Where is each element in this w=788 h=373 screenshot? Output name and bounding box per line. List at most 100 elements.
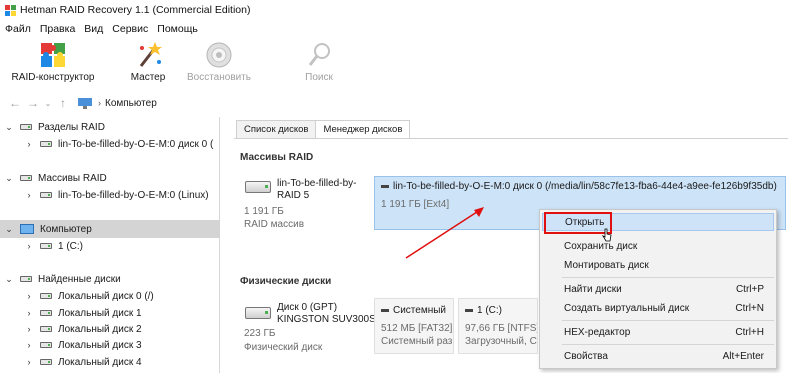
tab-disk-manager[interactable]: Менеджер дисков [315,120,411,139]
partition-icon [381,185,389,188]
raid-array-size: 1 191 ГБ [244,206,284,217]
breadcrumb-computer[interactable]: Компьютер [105,98,157,109]
tree-item-local-disk[interactable]: › Локальный диск 2 [0,321,220,337]
drive-icon [40,359,52,365]
search-button[interactable]: Поиск [300,38,338,88]
tree-label: Компьютер [40,223,92,235]
chevron-right-icon[interactable]: › [24,241,34,251]
menu-item-save-disk[interactable]: Сохранить диск [542,237,774,255]
chevron-right-icon[interactable]: › [24,324,34,334]
drive-icon [40,342,52,348]
partition-icon [465,309,473,312]
chevron-down-icon[interactable]: ⌄ [4,274,14,285]
restore-button[interactable]: Восстановить [183,38,255,88]
menu-item-hex-editor[interactable]: HEX-редактор Ctrl+H [542,323,774,341]
system-partition-tile[interactable]: Системный 512 МБ [FAT32] Системный раз [374,298,454,354]
physical-disk-name[interactable]: Диск 0 (GPT) [277,302,337,313]
menu-separator [562,277,774,278]
partition-info: 512 МБ [FAT32] [381,323,453,334]
tree-item-local-disk[interactable]: › Локальный диск 1 [0,305,220,321]
partition-info: 97,66 ГБ [NTFS] [465,323,538,334]
chevron-right-icon[interactable]: › [24,291,34,301]
chevron-down-icon[interactable]: ⌄ [42,99,54,108]
menu-file[interactable]: Файл [0,23,35,35]
menu-edit[interactable]: Правка [35,23,79,35]
raid-disk-icon [245,181,271,193]
tree-item-computer[interactable]: ⌄ Компьютер [0,220,220,238]
tree-label: Найденные диски [38,273,121,285]
ribbon-toolbar: RAID-конструктор Мастер Восстановить Пои… [0,38,788,88]
drive-icon [40,192,52,198]
menu-bar: Файл Правка Вид Сервис Помощь [0,20,202,38]
menu-view[interactable]: Вид [79,23,107,35]
drive-icon [20,276,32,282]
tree-item-raid-partition-child[interactable]: › lin-To-be-filled-by-O-E-M:0 диск 0 ( [0,136,220,152]
physical-disk-size: 223 ГБ [244,328,276,339]
raid-partition-name: lin-To-be-filled-by-O-E-M:0 диск 0 (/med… [393,181,777,192]
menu-item-find-disks[interactable]: Найти диски Ctrl+P [542,280,774,298]
back-arrow-icon[interactable]: ← [6,96,24,110]
menu-help[interactable]: Помощь [152,23,202,35]
tree-label: Разделы RAID [38,121,105,133]
partition-desc: Системный раз [381,336,453,347]
chevron-down-icon[interactable]: ⌄ [4,173,14,184]
tree-item-local-disk[interactable]: › Локальный диск 3 [0,337,220,353]
up-arrow-icon[interactable]: ↑ [54,96,72,110]
tree-item-local-disk[interactable]: › Локальный диск 0 (/) [0,288,220,304]
menu-item-create-virtual-disk[interactable]: Создать виртуальный диск Ctrl+N [542,299,774,317]
drive-icon [40,243,52,249]
wizard-label: Мастер [130,72,166,83]
disc-icon [204,40,234,70]
chevron-right-icon[interactable]: › [24,357,34,367]
physical-disk-model: KINGSTON SUV300S [277,314,376,325]
chevron-right-icon[interactable]: › [24,340,34,350]
partition-desc: Загрузочный, С [465,336,537,347]
chevron-right-icon[interactable]: › [24,139,34,149]
tree-label: Локальный диск 0 (/) [58,290,154,302]
menu-item-label: HEX-редактор [564,326,631,338]
tree-label: lin-To-be-filled-by-O-E-M:0 диск 0 ( [58,138,214,150]
navigation-tree: ⌄ Разделы RAID › lin-To-be-filled-by-O-E… [0,117,220,373]
chevron-right-icon[interactable]: › [24,190,34,200]
tree-item-raid-partitions[interactable]: ⌄ Разделы RAID [0,119,220,135]
puzzle-icon [38,40,68,70]
menu-item-label: Найти диски [564,283,622,295]
drive-icon [40,310,52,316]
raid-partition-title-row: lin-To-be-filled-by-O-E-M:0 диск 0 (/med… [381,181,777,192]
restore-label: Восстановить [186,72,252,83]
tab-disk-list[interactable]: Список дисков [236,120,317,138]
forward-arrow-icon[interactable]: → [24,96,42,110]
tree-label: Локальный диск 3 [58,339,142,351]
raid-array-name[interactable]: lin-To-be-filled-by- [277,178,356,189]
drive-icon [40,293,52,299]
tree-item-raid-arrays[interactable]: ⌄ Массивы RAID [0,170,220,186]
drive-icon [20,175,32,181]
tree-label: Локальный диск 1 [58,307,142,319]
chevron-right-icon[interactable]: › [24,308,34,318]
raid-array-type: RAID массив [244,219,305,230]
computer-icon [20,224,34,234]
computer-icon [78,98,92,109]
chevron-down-icon[interactable]: ⌄ [4,224,14,235]
menu-item-shortcut: Ctrl+N [735,302,764,314]
menu-item-label: Сохранить диск [564,240,638,252]
menu-item-shortcut: Ctrl+H [735,326,764,338]
tree-label: Локальный диск 4 [58,356,142,368]
menu-service[interactable]: Сервис [107,23,152,35]
menu-separator [562,344,774,345]
tree-item-c-drive[interactable]: › 1 (C:) [0,238,220,254]
address-bar: ← → ⌄ ↑ › Компьютер [0,92,788,114]
physical-disk-type: Физический диск [244,342,323,353]
chevron-down-icon[interactable]: ⌄ [4,122,14,133]
c-partition-tile[interactable]: 1 (C:) 97,66 ГБ [NTFS] Загрузочный, С [458,298,538,354]
tree-item-found-disks[interactable]: ⌄ Найденные диски [0,271,220,287]
tree-item-raid-array-child[interactable]: › lin-To-be-filled-by-O-E-M:0 (Linux) [0,187,220,203]
wizard-button[interactable]: Мастер [126,38,170,88]
raid-builder-button[interactable]: RAID-конструктор [10,38,96,88]
menu-item-label: Монтировать диск [564,259,649,271]
menu-item-mount-disk[interactable]: Монтировать диск [542,256,774,274]
magnifier-icon [304,40,334,70]
menu-item-shortcut: Ctrl+P [735,283,764,295]
tree-item-local-disk[interactable]: › Локальный диск 4 [0,354,220,370]
menu-item-properties[interactable]: Свойства Alt+Enter [542,347,774,365]
